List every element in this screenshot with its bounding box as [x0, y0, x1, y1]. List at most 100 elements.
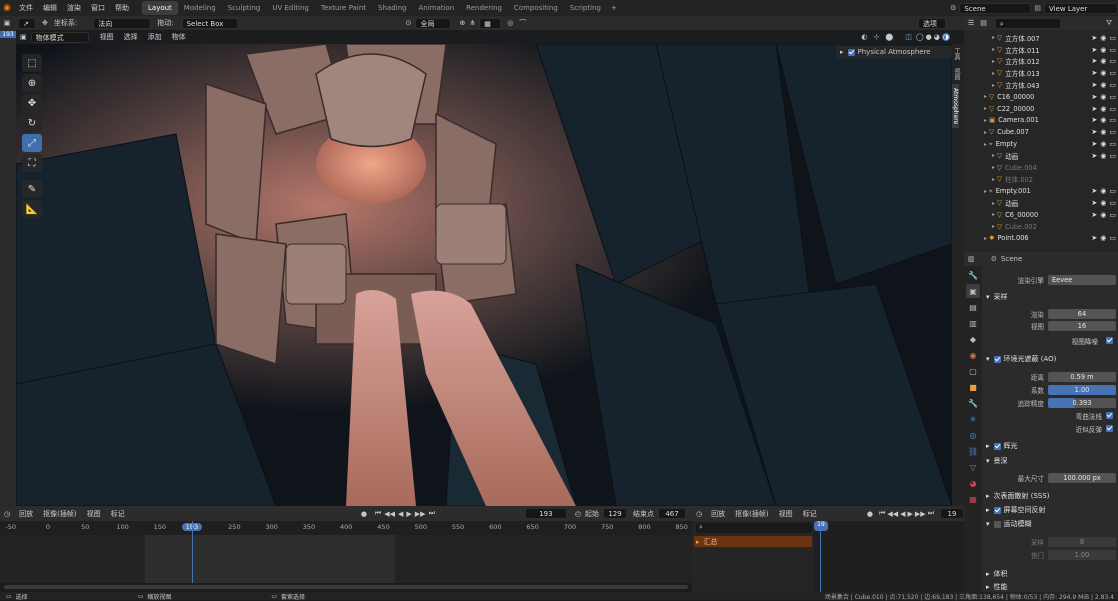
render-icon[interactable]: ▭ — [1109, 69, 1116, 77]
render-icon[interactable]: ▣ — [966, 284, 980, 298]
eye-icon[interactable]: ◉ — [1100, 116, 1106, 124]
atmosphere-checkbox[interactable] — [847, 48, 855, 56]
editor-type-icon[interactable]: ▣ — [20, 33, 27, 41]
selectable-icon[interactable]: ➤ — [1091, 57, 1097, 65]
selectable-icon[interactable]: ➤ — [1091, 69, 1097, 77]
expand-arrow-icon[interactable]: ▸ — [992, 200, 995, 207]
performance-section[interactable]: ▸ 性能 — [986, 581, 1116, 592]
scene-selector[interactable]: Scene — [959, 2, 1032, 14]
editor-type-icon[interactable]: ▣ — [0, 19, 14, 27]
bent-normals-label[interactable]: 弯曲法线 — [986, 411, 1106, 421]
properties-editor[interactable]: ▥ ⚙ Scene 🔧 ▣ ▤ ▥ ◆ ◉ ▢ ■ 🔧 ✳ ◎ ⛓ ▽ ◕ ▦ 渲染引擎 Eevee ▾ 采样… — [964, 252, 1118, 592]
editor-type-icon[interactable]: ☰ — [968, 19, 974, 27]
render-icon[interactable]: ▭ — [1109, 105, 1116, 113]
outliner-row[interactable]: ▸ ▽ 立方体.013 ➤ ◉ ▭ — [964, 67, 1118, 79]
menu-item[interactable]: 渲染 — [62, 3, 86, 13]
add-workspace-button[interactable]: + — [611, 4, 617, 12]
outliner-row[interactable]: ▸ ▽ 立方体.011 ➤ ◉ ▭ — [964, 44, 1118, 56]
view-layer-selector[interactable]: View Layer — [1044, 2, 1118, 14]
gizmo-icon[interactable]: ⊹ — [873, 33, 879, 41]
ao-trace-slider[interactable]: 0.393 — [1048, 397, 1116, 408]
object-name[interactable]: Point.006 — [998, 234, 1029, 242]
workspace-tab[interactable]: Compositing — [508, 1, 564, 15]
mode-dropdown[interactable]: 物体模式 — [30, 31, 89, 43]
selectable-icon[interactable]: ➤ — [1091, 105, 1097, 113]
workspace-tab[interactable]: Animation — [412, 1, 460, 15]
viewport-denoise-checkbox[interactable] — [1106, 337, 1113, 344]
outliner-row[interactable]: ▸ ▽ 动画 ➤ ◉ ▭ — [964, 150, 1118, 162]
jump-end-button[interactable]: ⏭ — [928, 509, 934, 518]
selectable-icon[interactable]: ➤ — [1091, 211, 1097, 219]
viewport-menu-item[interactable]: 物体 — [167, 32, 191, 42]
playhead-badge[interactable]: 19 — [814, 521, 828, 531]
output-icon[interactable]: ▤ — [966, 300, 980, 314]
clock-icon[interactable]: ◴ — [575, 510, 581, 518]
dopesheet-menu-item[interactable]: 视图 — [774, 509, 798, 519]
menu-item[interactable]: 编辑 — [38, 3, 62, 13]
ao-section[interactable]: ▾ 环境光遮蔽 (AO) — [986, 353, 1116, 365]
selectable-icon[interactable]: ➤ — [1091, 46, 1097, 54]
expand-arrow-icon[interactable]: ▸ — [984, 93, 987, 100]
render-icon[interactable]: ▭ — [1109, 57, 1116, 65]
annotate-tool-icon[interactable]: ✎ — [22, 180, 42, 198]
jump-start-button[interactable]: ⏮ — [375, 509, 381, 518]
prev-keyframe-button[interactable]: ◀◀ — [384, 510, 395, 518]
xray-icon[interactable]: ◫ — [905, 33, 912, 41]
workspace-tab[interactable]: Rendering — [460, 1, 508, 15]
render-icon[interactable]: ▭ — [1109, 81, 1116, 89]
eye-icon[interactable]: ◉ — [1100, 81, 1106, 89]
rendered-scene[interactable] — [16, 44, 952, 506]
outliner-row[interactable]: ▸ ▽ 立方体.043 ➤ ◉ ▭ — [964, 79, 1118, 91]
timeline-menu-item[interactable]: 回放 — [14, 509, 38, 519]
play-button[interactable]: ▶ — [406, 510, 411, 518]
outliner-row[interactable]: ▸ ▽ C22_00000 ➤ ◉ ▭ — [964, 103, 1118, 115]
object-name[interactable]: Empty — [996, 140, 1017, 148]
timeline-scrollbar[interactable] — [0, 583, 692, 592]
menu-item[interactable]: 文件 — [14, 3, 38, 13]
render-icon[interactable]: ▭ — [1109, 199, 1116, 207]
workspace-tab[interactable]: UV Editing — [266, 1, 315, 15]
proportional-icon[interactable]: ◎ — [507, 19, 513, 27]
render-icon[interactable]: ▭ — [1109, 116, 1116, 124]
object-name[interactable]: 柱体.002 — [1005, 174, 1033, 184]
expand-arrow-icon[interactable]: ▸ — [992, 34, 995, 41]
record-button[interactable]: ● — [867, 510, 873, 518]
summary-row[interactable]: ▸ 汇总 — [694, 536, 812, 547]
outliner-row[interactable]: ▸ ✸ Point.006 ➤ ◉ ▭ — [964, 233, 1118, 245]
falloff-icon[interactable]: ⌒ — [519, 18, 526, 28]
blender-logo-icon[interactable]: ◉ — [0, 3, 14, 13]
timeline-track[interactable] — [0, 521, 692, 583]
play-button[interactable]: ▶ — [908, 510, 913, 518]
ao-distance-field[interactable]: 0.59 m — [1048, 371, 1116, 382]
3d-viewport[interactable]: ▣ ↗ ✥ 坐标系: 法向 拖动: Select Box ⊙ 全局 ⊕ ⋔ ▦ … — [0, 16, 964, 506]
motion-blur-checkbox[interactable] — [993, 520, 1001, 528]
dopesheet-menu-item[interactable]: 标记 — [798, 509, 822, 519]
selectable-icon[interactable]: ➤ — [1091, 81, 1097, 89]
tool-icon[interactable]: 🔧 — [966, 268, 980, 282]
object-name[interactable]: Cube.004 — [1005, 164, 1037, 172]
workspace-tab[interactable]: Scripting — [564, 1, 607, 15]
bloom-section[interactable]: ▸ 辉光 — [986, 440, 1116, 452]
outliner-row[interactable]: ▸ ▽ 立方体.012 ➤ ◉ ▭ — [964, 56, 1118, 68]
modifier-icon[interactable]: 🔧 — [966, 396, 980, 410]
volumetric-section[interactable]: ▸ 体积 — [986, 568, 1116, 580]
magnet-icon[interactable]: ⋔ — [469, 19, 475, 27]
jump-start-button[interactable]: ⏮ — [879, 509, 885, 518]
editor-type-icon[interactable]: ▥ — [968, 255, 975, 263]
outliner-row[interactable]: ▸ ▽ Cube.002 — [964, 221, 1118, 233]
eye-icon[interactable]: ◉ — [1100, 140, 1106, 148]
ao-checkbox[interactable] — [993, 355, 1001, 363]
mb-shutter-field[interactable]: 1.00 — [1048, 549, 1116, 560]
dopesheet-search-input[interactable]: ⌕ — [696, 523, 812, 533]
object-name[interactable]: 立方体.043 — [1005, 80, 1039, 90]
eye-icon[interactable]: ◉ — [1100, 93, 1106, 101]
timeline-menu-item[interactable]: 视图 — [82, 509, 106, 519]
expand-arrow-icon[interactable]: ▸ — [992, 152, 995, 159]
end-frame-field[interactable]: 467 — [658, 508, 686, 519]
selectable-icon[interactable]: ➤ — [1091, 93, 1097, 101]
eye-icon[interactable]: ◉ — [1100, 152, 1106, 160]
sidebar-tab[interactable]: 视图 — [952, 64, 961, 84]
object-name[interactable]: 立方体.013 — [1005, 68, 1039, 78]
workspace-tab[interactable]: Shading — [372, 1, 412, 15]
physical-atmosphere-panel[interactable]: ▸ Physical Atmosphere — [836, 46, 952, 58]
